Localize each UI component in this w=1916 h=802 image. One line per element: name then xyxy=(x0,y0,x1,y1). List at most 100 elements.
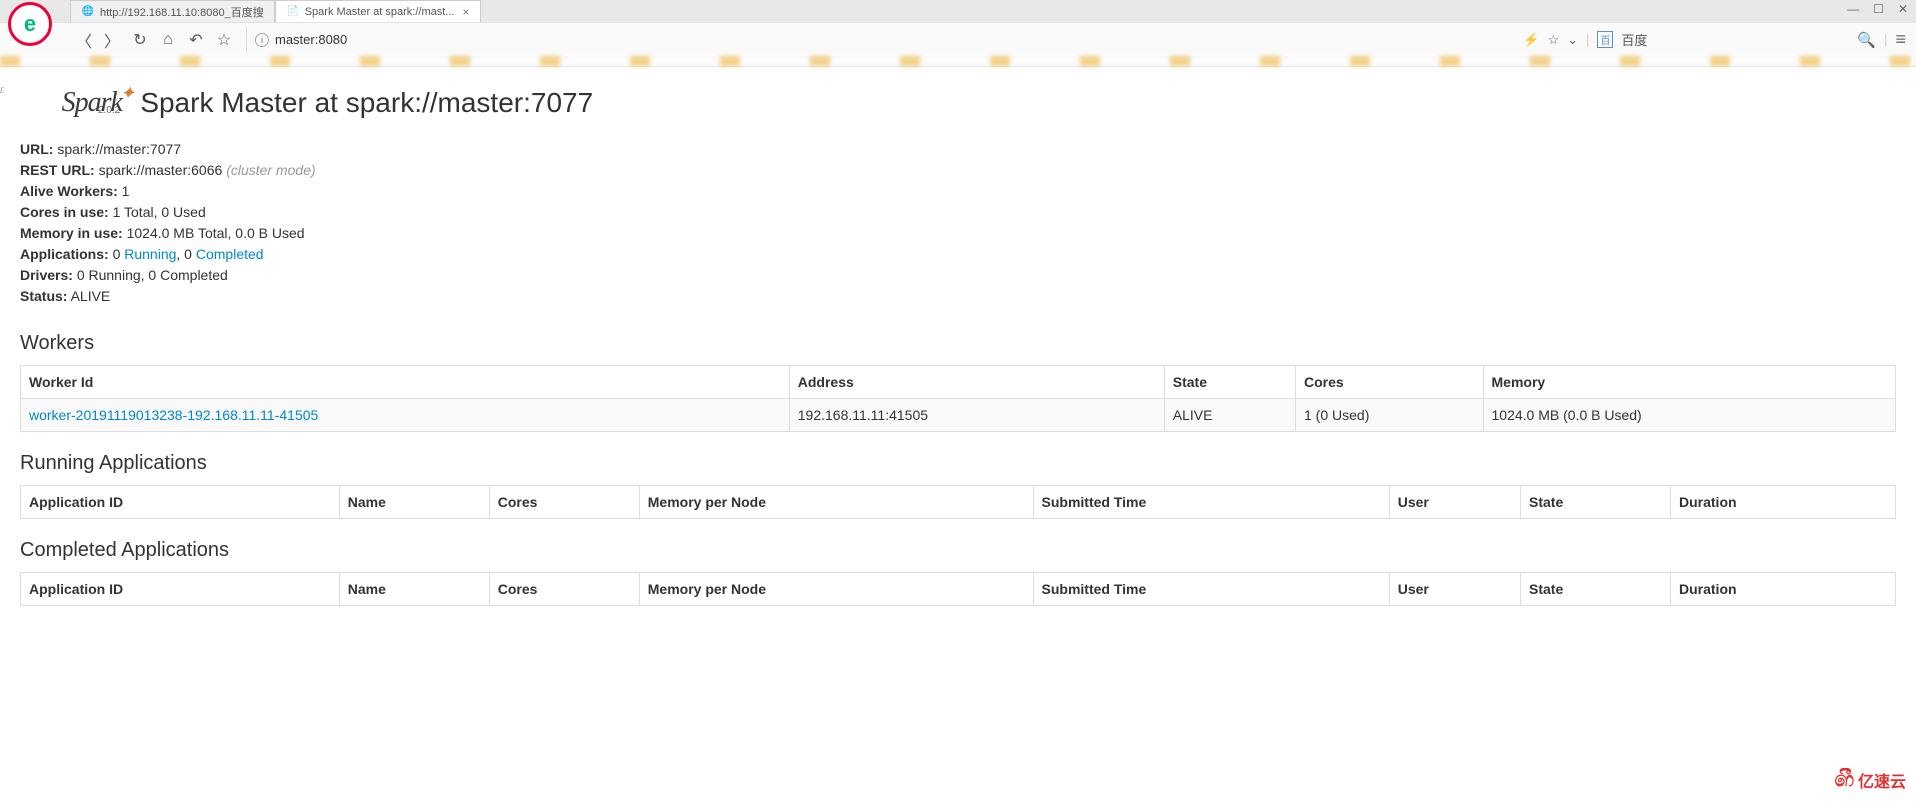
spark-star-icon: ✦ xyxy=(120,83,134,103)
cores-label: Cores in use: xyxy=(20,204,109,220)
tab-strip: 🌐 http://192.168.11.10:8080_百度搜 📄 Spark … xyxy=(0,0,1916,22)
col-mem-per-node: Memory per Node xyxy=(639,486,1033,519)
site-info-icon[interactable]: i xyxy=(255,33,269,47)
tab-title: http://192.168.11.10:8080_百度搜 xyxy=(100,4,264,20)
table-row: worker-20191119013238-192.168.11.11-4150… xyxy=(21,399,1896,432)
drivers-label: Drivers: xyxy=(20,267,73,283)
bookmark-bar xyxy=(0,56,1916,66)
col-memory: Memory xyxy=(1483,366,1896,399)
search-engine-icon[interactable]: 百 xyxy=(1597,31,1613,48)
rest-url-note: (cluster mode) xyxy=(226,162,315,178)
undo-button[interactable]: ↶ xyxy=(182,26,210,54)
alive-workers-label: Alive Workers: xyxy=(20,183,118,199)
tab-title: Spark Master at spark://mast... xyxy=(305,6,455,18)
workers-heading: Workers xyxy=(20,332,1896,355)
browser-tab-active[interactable]: 📄 Spark Master at spark://mast... × xyxy=(275,0,481,22)
col-cores: Cores xyxy=(1296,366,1484,399)
page-header: APACHE Spark✦ 2.0.2 Spark Master at spar… xyxy=(20,87,1896,119)
spark-logo-text: APACHE Spark✦ xyxy=(20,87,136,119)
running-apps-table: Application ID Name Cores Memory per Nod… xyxy=(20,485,1896,519)
worker-state: ALIVE xyxy=(1164,399,1295,432)
table-header-row: Application ID Name Cores Memory per Nod… xyxy=(21,573,1896,606)
lightning-icon[interactable]: ⚡ xyxy=(1523,32,1539,48)
search-engine-label: 百度 xyxy=(1621,30,1661,49)
url-label: URL: xyxy=(20,141,53,157)
col-state: State xyxy=(1521,486,1671,519)
col-duration: Duration xyxy=(1671,486,1896,519)
bookmark-star-button[interactable]: ☆ xyxy=(210,26,238,54)
master-info-list: URL: spark://master:7077 REST URL: spark… xyxy=(20,139,1896,307)
completed-apps-table: Application ID Name Cores Memory per Nod… xyxy=(20,572,1896,606)
favorite-icon[interactable]: ☆ xyxy=(1547,32,1559,48)
running-apps-link[interactable]: Running xyxy=(124,246,176,262)
col-submitted: Submitted Time xyxy=(1033,573,1389,606)
col-cores: Cores xyxy=(489,486,639,519)
status-value: ALIVE xyxy=(71,288,111,304)
status-label: Status: xyxy=(20,288,67,304)
reload-button[interactable]: ↻ xyxy=(126,26,154,54)
worker-cores: 1 (0 Used) xyxy=(1296,399,1484,432)
completed-apps-heading: Completed Applications xyxy=(20,539,1896,562)
spark-logo-small: APACHE xyxy=(0,86,6,95)
tab-favicon-icon: 📄 xyxy=(286,5,300,19)
memory-value: 1024.0 MB Total, 0.0 B Used xyxy=(127,225,305,241)
alive-workers-value: 1 xyxy=(122,183,130,199)
col-submitted: Submitted Time xyxy=(1033,486,1389,519)
col-cores: Cores xyxy=(489,573,639,606)
col-state: State xyxy=(1521,573,1671,606)
worker-address: 192.168.11.11:41505 xyxy=(789,399,1164,432)
minimize-icon[interactable]: — xyxy=(1847,2,1859,16)
browser-tab[interactable]: 🌐 http://192.168.11.10:8080_百度搜 xyxy=(70,0,275,22)
col-mem-per-node: Memory per Node xyxy=(639,573,1033,606)
browser-toolbar: 〈 〉 ↻ ⌂ ↶ ☆ i master:8080 ⚡ ☆ ⌄ | 百 百度 🔍… xyxy=(0,22,1916,56)
search-icon[interactable]: 🔍 xyxy=(1857,31,1876,49)
col-address: Address xyxy=(789,366,1164,399)
completed-apps-link[interactable]: Completed xyxy=(196,246,264,262)
workers-table: Worker Id Address State Cores Memory wor… xyxy=(20,365,1896,432)
tab-close-icon[interactable]: × xyxy=(462,5,469,19)
maximize-icon[interactable]: ☐ xyxy=(1873,2,1884,16)
worker-memory: 1024.0 MB (0.0 B Used) xyxy=(1483,399,1896,432)
col-app-id: Application ID xyxy=(21,486,340,519)
browser-logo-icon: e xyxy=(8,2,52,46)
toolbar-right: ⚡ ☆ ⌄ | 百 百度 🔍 | ≡ xyxy=(1523,29,1906,50)
page-content: APACHE Spark✦ 2.0.2 Spark Master at spar… xyxy=(0,67,1916,646)
watermark: ෯ 亿速云 xyxy=(1835,768,1906,792)
running-apps-heading: Running Applications xyxy=(20,452,1896,475)
back-button[interactable]: 〈 xyxy=(70,26,98,54)
window-controls: — ☐ ✕ xyxy=(1847,2,1908,16)
col-duration: Duration xyxy=(1671,573,1896,606)
col-user: User xyxy=(1389,486,1520,519)
col-name: Name xyxy=(339,486,489,519)
close-icon[interactable]: ✕ xyxy=(1898,2,1908,16)
col-state: State xyxy=(1164,366,1295,399)
url-value: spark://master:7077 xyxy=(57,141,181,157)
drivers-value: 0 Running, 0 Completed xyxy=(77,267,228,283)
menu-icon[interactable]: ≡ xyxy=(1895,29,1906,50)
tab-favicon-icon: 🌐 xyxy=(81,5,95,19)
col-name: Name xyxy=(339,573,489,606)
home-button[interactable]: ⌂ xyxy=(154,26,182,54)
applications-mid: , 0 xyxy=(176,246,195,262)
address-bar[interactable]: i master:8080 xyxy=(246,27,1515,53)
table-header-row: Worker Id Address State Cores Memory xyxy=(21,366,1896,399)
forward-button[interactable]: 〉 xyxy=(98,26,126,54)
rest-url-value: spark://master:6066 xyxy=(99,162,223,178)
memory-label: Memory in use: xyxy=(20,225,123,241)
page-title: Spark Master at spark://master:7077 xyxy=(140,87,593,119)
worker-id-link[interactable]: worker-20191119013238-192.168.11.11-4150… xyxy=(29,407,318,423)
dropdown-icon[interactable]: ⌄ xyxy=(1567,32,1578,48)
watermark-icon: ෯ xyxy=(1835,769,1854,792)
watermark-text: 亿速云 xyxy=(1858,768,1906,792)
browser-chrome: e — ☐ ✕ 🌐 http://192.168.11.10:8080_百度搜 … xyxy=(0,0,1916,67)
col-user: User xyxy=(1389,573,1520,606)
cores-value: 1 Total, 0 Used xyxy=(113,204,206,220)
spark-logo: APACHE Spark✦ 2.0.2 xyxy=(20,87,120,119)
address-text: master:8080 xyxy=(275,32,347,47)
applications-label: Applications: xyxy=(20,246,109,262)
applications-prefix: 0 xyxy=(113,246,125,262)
col-app-id: Application ID xyxy=(21,573,340,606)
table-header-row: Application ID Name Cores Memory per Nod… xyxy=(21,486,1896,519)
rest-url-label: REST URL: xyxy=(20,162,95,178)
col-worker-id: Worker Id xyxy=(21,366,790,399)
